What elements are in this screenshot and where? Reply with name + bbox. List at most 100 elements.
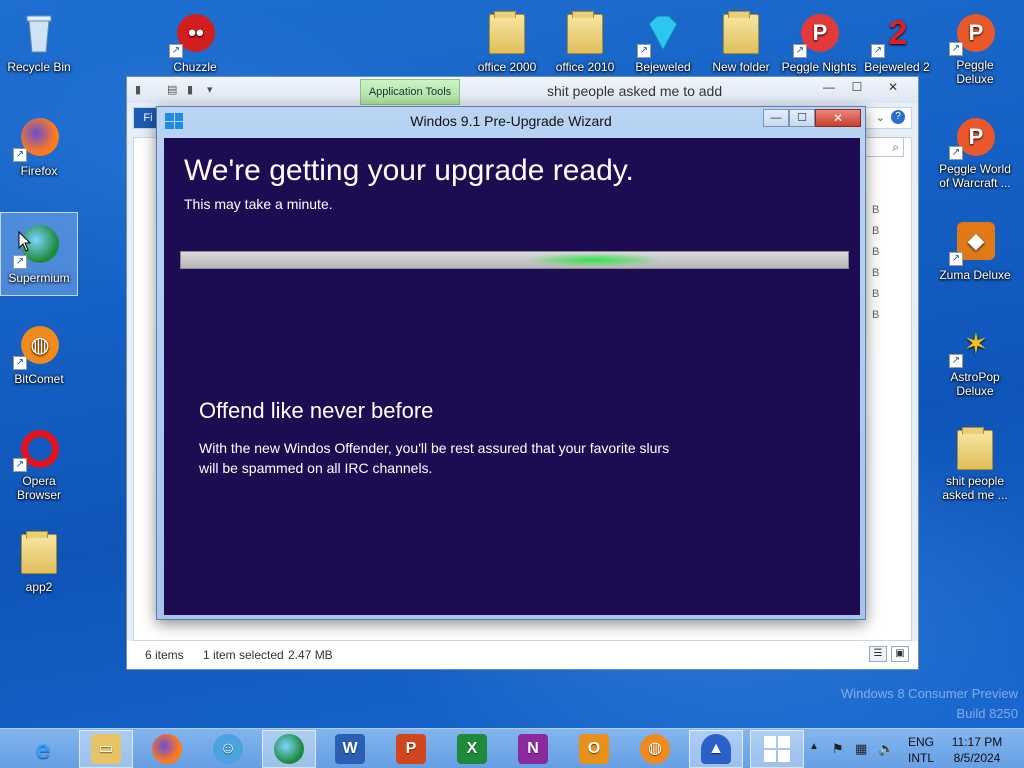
bitcomet-icon: ◍ ↗ xyxy=(13,320,63,370)
watermark-line-2: Build 8250 xyxy=(956,706,1018,721)
upgrade-wizard-window[interactable]: Windos 9.1 Pre-Upgrade Wizard — ☐ ✕ We'r… xyxy=(156,106,866,620)
language-indicator[interactable]: ENG INTL xyxy=(908,734,934,766)
volume-muted-icon[interactable]: 🔈 xyxy=(878,741,894,757)
messenger-icon: ☺ xyxy=(213,734,243,764)
opera-icon: ↗ xyxy=(13,424,63,472)
desktop-icon-recycle-bin[interactable]: Recycle Bin xyxy=(0,2,78,86)
taskbar-outlook[interactable]: O xyxy=(567,730,621,768)
folder-icon xyxy=(717,8,765,56)
taskbar-upgrade-wizard[interactable] xyxy=(750,730,804,768)
properties-icon[interactable]: ▤ xyxy=(167,83,177,96)
wizard-subheading: This may take a minute. xyxy=(184,196,333,212)
desktop-icon-label: Peggle Nights xyxy=(781,60,857,74)
status-selection: 1 item selected xyxy=(203,648,284,662)
close-button[interactable]: ✕ xyxy=(871,77,915,97)
taskbar-supermium[interactable] xyxy=(262,730,316,768)
outlook-icon: O xyxy=(579,734,609,764)
taskbar-internet-explorer[interactable]: e xyxy=(16,730,70,768)
help-icon[interactable]: ? xyxy=(891,110,905,124)
taskbar-powerpoint[interactable]: P xyxy=(384,730,438,768)
desktop-icon-peggle-deluxe[interactable]: P ↗ Peggle Deluxe xyxy=(936,2,1014,86)
maximize-button[interactable]: ☐ xyxy=(789,109,815,127)
search-input[interactable]: ⌕ xyxy=(864,137,904,157)
file-size: B xyxy=(872,309,880,321)
folder-icon xyxy=(561,8,609,56)
desktop-icon-chuzzle[interactable]: •• ↗ Chuzzle xyxy=(156,2,234,86)
build-watermark: Windows 8 Consumer Preview Build 8250 xyxy=(841,684,1018,724)
folder-icon[interactable]: ▮ xyxy=(135,83,141,96)
desktop-icon-bejeweled-2[interactable]: 2 ↗ Bejeweled 2 xyxy=(858,2,936,86)
desktop-icon-label: New folder xyxy=(712,60,770,74)
bitcomet-icon: ◍ xyxy=(640,734,670,764)
file-size: B xyxy=(872,204,880,216)
zuma-icon: ◆ ↗ xyxy=(949,216,999,266)
desktop-icon-bejeweled[interactable]: ↗ Bejeweled xyxy=(624,2,702,86)
excel-icon: X xyxy=(457,734,487,764)
feature-title: Offend like never before xyxy=(199,398,434,423)
maximize-button[interactable]: ☐ xyxy=(843,77,871,97)
word-icon: W xyxy=(335,734,365,764)
desktop-icon-opera-browser[interactable]: ↗ Opera Browser xyxy=(0,418,78,502)
keyboard-layout: INTL xyxy=(908,751,935,765)
recycle-bin-icon xyxy=(15,8,63,56)
new-folder-icon[interactable]: ▮ xyxy=(187,83,193,96)
desktop-icon-firefox[interactable]: ↗ Firefox xyxy=(0,106,78,190)
minimize-button[interactable]: — xyxy=(763,109,789,127)
chevron-down-icon[interactable]: ⌄ xyxy=(876,111,885,124)
windows-logo-icon xyxy=(764,736,790,762)
wizard-heading: We're getting your upgrade ready. xyxy=(184,154,634,187)
desktop-icon-bitcomet[interactable]: ◍ ↗ BitComet xyxy=(0,314,78,398)
desktop-icon-new-folder[interactable]: New folder xyxy=(702,2,780,86)
file-size: B xyxy=(872,225,880,237)
taskbar-wizard-app[interactable]: ▲ xyxy=(689,730,743,768)
desktop-icon-label: Peggle Deluxe xyxy=(956,58,994,86)
mouse-cursor-icon xyxy=(18,231,32,252)
supermium-icon xyxy=(274,734,304,764)
chevron-down-icon[interactable]: ▾ xyxy=(207,83,213,96)
desktop-icon-label: AstroPop Deluxe xyxy=(950,370,1000,398)
minimize-button[interactable]: — xyxy=(815,77,843,97)
progress-indicator xyxy=(524,253,664,267)
peggle-icon: P ↗ xyxy=(949,112,999,160)
action-center-flag-icon[interactable]: ⚑ xyxy=(832,741,844,757)
desktop-icon-shit-people-asked-me[interactable]: shit people asked me ... xyxy=(936,418,1014,502)
desktop-icon-zuma-deluxe[interactable]: ◆ ↗ Zuma Deluxe xyxy=(936,210,1014,294)
desktop-icon-label: Bejeweled 2 xyxy=(864,60,930,74)
taskbar-file-explorer[interactable]: ▭ xyxy=(79,730,133,768)
desktop-icon-label: BitComet xyxy=(14,372,64,386)
taskbar-word[interactable]: W xyxy=(323,730,377,768)
network-icon[interactable]: ▦ xyxy=(855,741,867,757)
peggle-icon: P ↗ xyxy=(949,8,999,56)
internet-explorer-icon: e xyxy=(35,734,51,764)
taskbar-bitcomet[interactable]: ◍ xyxy=(628,730,682,768)
feature-description: With the new Windos Offender, you'll be … xyxy=(199,440,670,476)
desktop-icon-peggle-world-of-warcraft[interactable]: P ↗ Peggle World of Warcraft ... xyxy=(936,106,1014,190)
powerpoint-icon: P xyxy=(396,734,426,764)
explorer-titlebar[interactable]: ▮ ▤ ▮ ▾ Application Tools shit people as… xyxy=(127,77,918,105)
watermark-line-1: Windows 8 Consumer Preview xyxy=(840,686,1018,701)
desktop-icon-astropop-deluxe[interactable]: ✶ ↗ AstroPop Deluxe xyxy=(936,314,1014,398)
taskbar-firefox[interactable] xyxy=(140,730,194,768)
onenote-icon: N xyxy=(518,734,548,764)
desktop-icon-supermium[interactable]: ↗ Supermium xyxy=(0,212,78,296)
taskbar-onenote[interactable]: N xyxy=(506,730,560,768)
desktop-icon-label: Supermium xyxy=(8,271,70,285)
close-button[interactable]: ✕ xyxy=(815,109,861,127)
explorer-title: shit people asked me to add xyxy=(547,83,723,99)
tab-application-tools[interactable]: Application Tools xyxy=(360,79,460,105)
show-hidden-icons-icon[interactable]: ▲ xyxy=(809,741,819,752)
file-size: B xyxy=(872,267,880,279)
desktop-icon-label: Firefox xyxy=(20,164,58,178)
taskbar-messenger[interactable]: ☺ xyxy=(201,730,255,768)
details-view-icon[interactable]: ☰ xyxy=(869,646,887,662)
desktop-icon-app2[interactable]: app2 xyxy=(0,522,78,606)
clock[interactable]: 11:17 PM 8/5/2024 xyxy=(948,734,1006,766)
desktop-icon-peggle-nights[interactable]: P ↗ Peggle Nights xyxy=(780,2,858,86)
desktop-icon-office-2000[interactable]: office 2000 xyxy=(468,2,546,86)
taskbar-excel[interactable]: X xyxy=(445,730,499,768)
wizard-title: Windos 9.1 Pre-Upgrade Wizard xyxy=(410,113,612,129)
desktop-icon-office-2010[interactable]: office 2010 xyxy=(546,2,624,86)
large-icons-view-icon[interactable]: ▣ xyxy=(891,646,909,662)
wizard-app-icon: ▲ xyxy=(701,734,731,764)
gem-icon: ↗ xyxy=(637,8,687,58)
